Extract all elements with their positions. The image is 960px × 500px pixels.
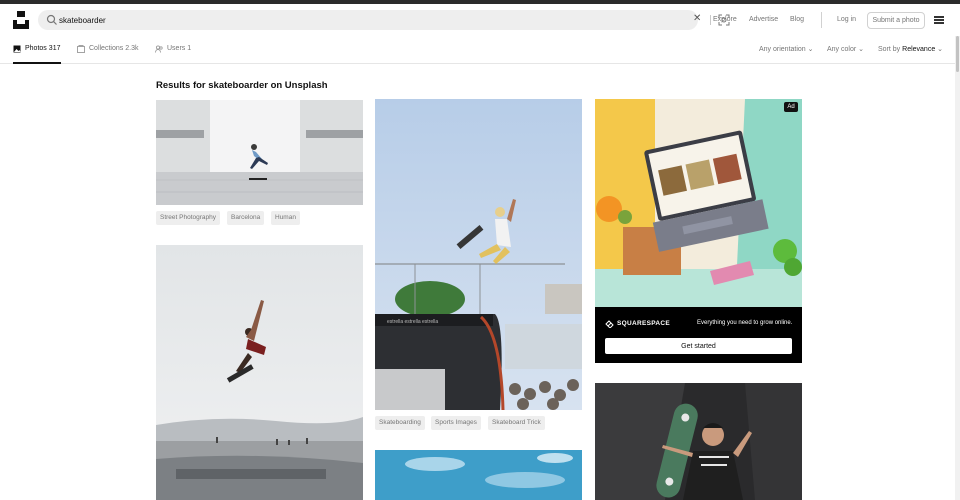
photo-ramp-jump-image: estrella estrella estrella [375, 99, 582, 410]
header-divider [821, 12, 822, 28]
nav-advertise-link[interactable]: Advertise [749, 16, 778, 23]
tab-count: 2.3k [125, 45, 139, 52]
search-divider [710, 15, 711, 25]
photo-street-skater-image [156, 100, 363, 205]
photo-skater-portrait-image [595, 383, 802, 500]
ad-image[interactable] [595, 99, 802, 307]
tab-users[interactable]: Users 1 [155, 40, 191, 64]
nav-explore-link[interactable]: Explore [713, 16, 737, 23]
nav-blog-link[interactable]: Blog [790, 16, 804, 23]
tab-collections[interactable]: Collections 2.3k [77, 40, 138, 64]
tab-count: 1 [187, 45, 192, 52]
chevron-down-icon: ⌄ [937, 46, 944, 53]
photo-tag[interactable]: Sports Images [431, 416, 481, 430]
sort-prefix: Sort by [878, 46, 901, 53]
unsplash-logo[interactable] [13, 11, 29, 29]
photo-ramp-jump[interactable]: estrella estrella estrella [375, 99, 582, 410]
clear-icon[interactable]: ✕ [693, 13, 701, 24]
sort-value: Relevance [902, 46, 936, 53]
squarespace-logo-icon [605, 320, 614, 328]
color-filter[interactable]: Any color ⌄ [827, 45, 864, 53]
users-icon [155, 45, 163, 53]
tab-count: 317 [48, 45, 61, 52]
ad-badge: Ad [784, 102, 798, 112]
submit-photo-button[interactable]: Submit a photo [867, 12, 925, 29]
tab-label: Photos [25, 45, 47, 52]
photo-tag[interactable]: Barcelona [227, 211, 265, 225]
image-icon [13, 45, 21, 53]
orientation-filter-label: Any orientation [759, 46, 806, 53]
photo-skatepark-air-image [156, 245, 363, 500]
chevron-down-icon: ⌄ [858, 46, 865, 53]
color-filter-label: Any color [827, 46, 857, 53]
ad-footer: SQUARESPACE Everything you need to grow … [595, 307, 802, 363]
ad-laptop-image [595, 99, 802, 307]
photo-skatepark-air[interactable] [156, 245, 363, 500]
search-icon [46, 14, 57, 25]
photo-tag[interactable]: Skateboard Trick [488, 416, 545, 430]
tab-label: Users [167, 45, 186, 52]
photo-tag[interactable]: Human [271, 211, 300, 225]
ad-brand[interactable]: SQUARESPACE [605, 319, 670, 328]
svg-text:estrella estrella estrella: estrella estrella estrella [387, 319, 438, 325]
photo-tag[interactable]: Skateboarding [375, 416, 425, 430]
search-bar[interactable]: ✕ [38, 10, 730, 30]
photo-street-skater[interactable] [156, 100, 363, 205]
scrollbar-thumb[interactable] [956, 36, 959, 72]
photo-blue-sky[interactable] [375, 450, 582, 500]
get-started-button[interactable]: Get started [605, 338, 792, 354]
sort-filter[interactable]: Sort by Relevance ⌄ [878, 45, 943, 53]
collections-icon [77, 45, 85, 53]
photo-blue-sky-image [375, 450, 582, 500]
login-link[interactable]: Log in [837, 16, 856, 23]
ad-tagline: Everything you need to grow online. [697, 320, 793, 326]
page-scrollbar[interactable] [955, 36, 960, 500]
orientation-filter[interactable]: Any orientation ⌄ [759, 45, 814, 53]
photo-tag[interactable]: Street Photography [156, 211, 221, 225]
photo-skater-portrait[interactable] [595, 383, 802, 500]
chevron-down-icon: ⌄ [807, 46, 814, 53]
search-input[interactable] [59, 10, 659, 30]
results-title: Results for skateboarder on Unsplash [156, 80, 328, 91]
tab-label: Collections [89, 45, 124, 52]
ad-brand-name: SQUARESPACE [617, 320, 671, 327]
menu-icon[interactable] [934, 16, 944, 24]
tab-photos[interactable]: Photos 317 [13, 40, 61, 64]
header: ✕ Explore Advertise Blog Log in Submit a… [0, 4, 960, 36]
